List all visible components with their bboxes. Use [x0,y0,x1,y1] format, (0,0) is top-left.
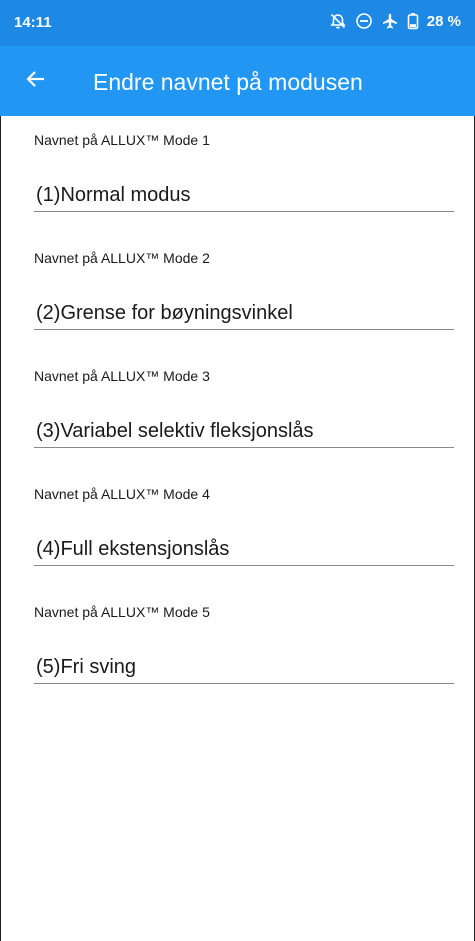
mode-2-name-input[interactable] [34,298,454,330]
mode-2-label: Navnet på ALLUX™ Mode 2 [34,250,210,266]
back-button[interactable] [22,67,50,95]
page-title: Endre navnet på modusen [93,69,363,95]
do-not-disturb-icon [355,12,373,30]
mode-5-name-input[interactable] [34,652,454,684]
airplane-mode-icon [381,12,399,30]
mode-4-name-input[interactable] [34,534,454,566]
alarm-off-icon [329,12,347,30]
mode-3-name-input[interactable] [34,416,454,448]
status-icons: 28 % [329,12,461,30]
battery-percentage: 28 % [426,12,461,30]
frame-left-border [0,0,1,941]
mode-5-label: Navnet på ALLUX™ Mode 5 [34,604,210,620]
mode-1-name-input[interactable] [34,180,454,212]
mode-4-label: Navnet på ALLUX™ Mode 4 [34,486,210,502]
status-bar: 14:11 28 % [0,0,475,46]
status-time: 14:11 [14,14,52,31]
battery-icon [407,12,419,30]
arrow-left-icon [25,68,47,95]
mode-1-label: Navnet på ALLUX™ Mode 1 [34,132,210,148]
mode-3-label: Navnet på ALLUX™ Mode 3 [34,368,210,384]
app-bar: Endre navnet på modusen [0,46,475,116]
